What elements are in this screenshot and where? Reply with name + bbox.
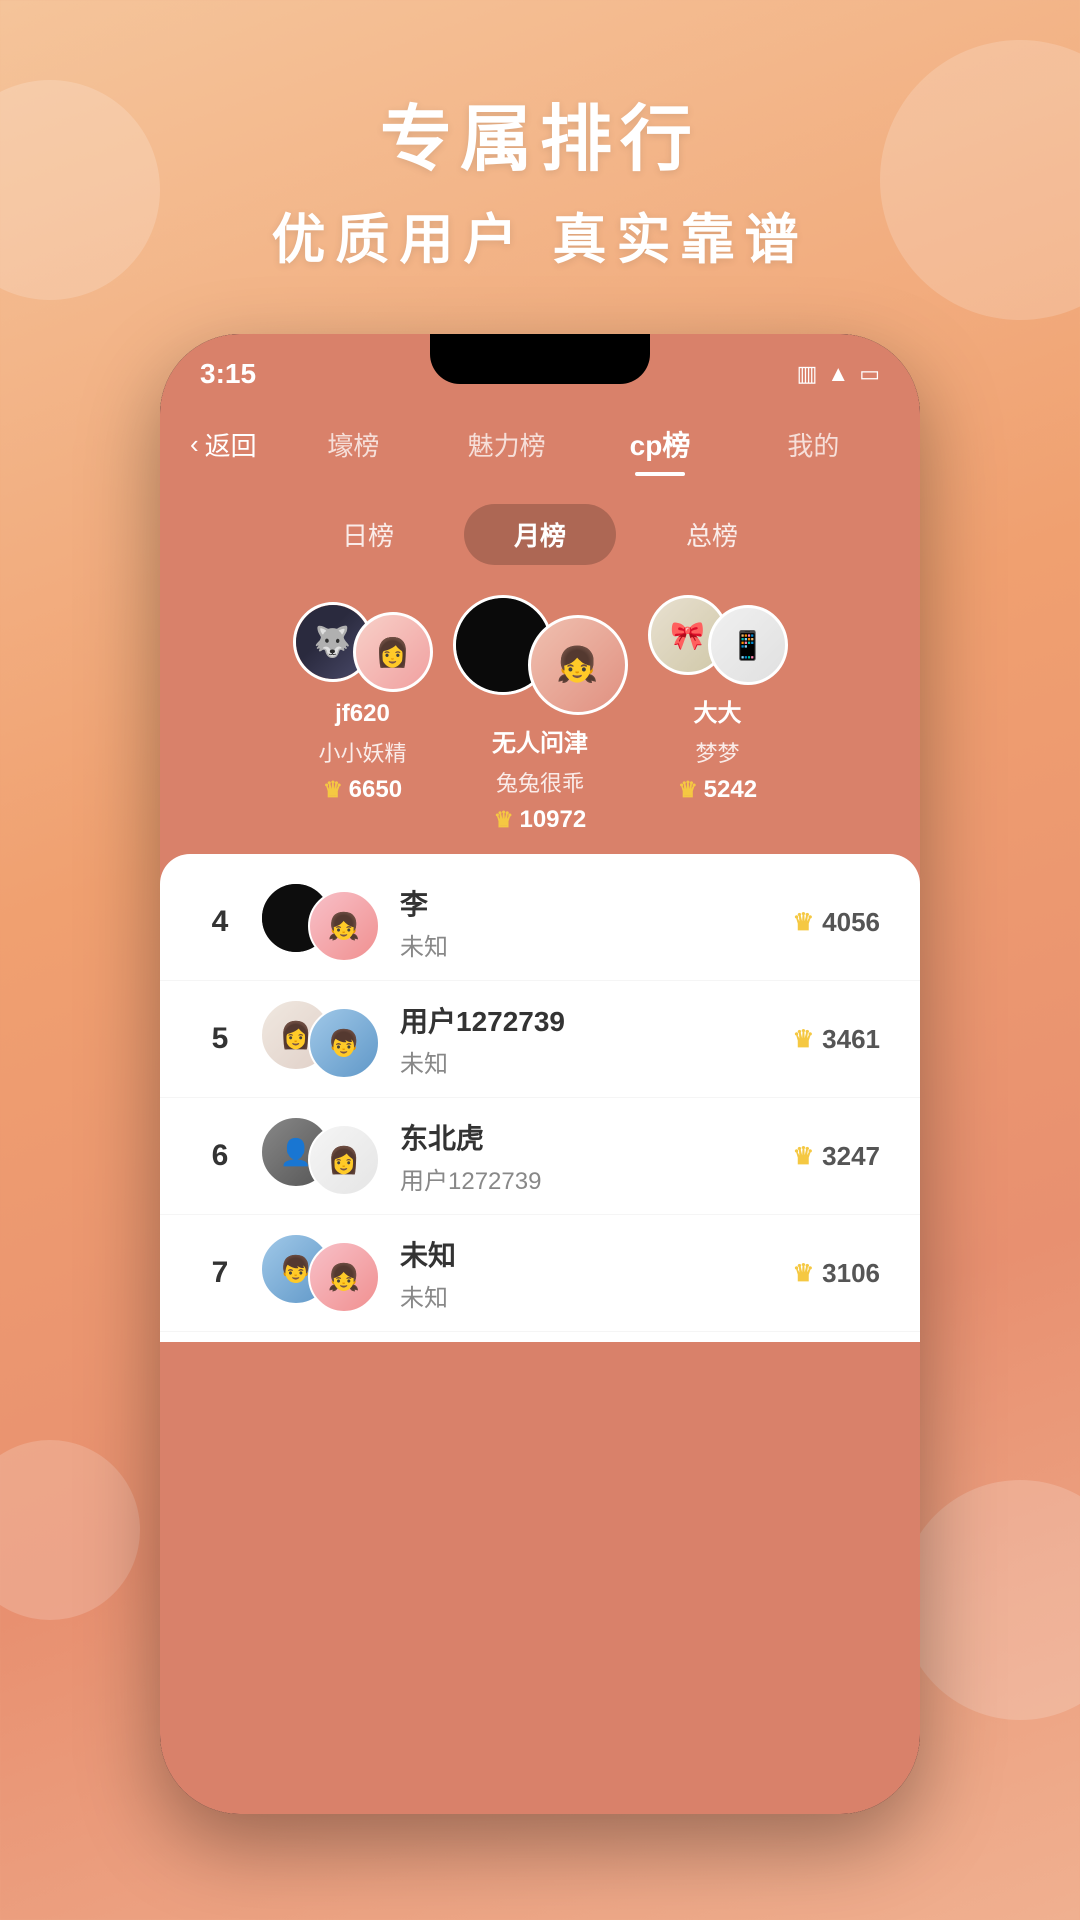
podium-3-score: ♛ 5242 xyxy=(678,776,757,804)
battery-icon: ▭ xyxy=(859,361,880,387)
vibrate-icon: ▥ xyxy=(797,361,818,387)
list-6-name1: 东北虎 xyxy=(400,1117,773,1157)
podium-item-2[interactable]: 🐺 👩 jf620 小小妖精 ♛ 6650 xyxy=(293,602,433,804)
list-4-avatars: 👧 xyxy=(260,882,380,962)
crown-icon-2: ♛ xyxy=(323,777,343,803)
list-item-6[interactable]: 6 👤 👩 东北虎 用户1272739 ♛ 3247 xyxy=(160,1098,920,1215)
list-7-avatars: 👦 👧 xyxy=(260,1233,380,1313)
list-5-avatars: 👩 👦 xyxy=(260,999,380,1079)
podium-1-score: ♛ 10972 xyxy=(494,806,586,834)
podium-1-score-value: 10972 xyxy=(519,806,586,834)
rank-4-num: 4 xyxy=(200,905,240,939)
crown-5: ♛ xyxy=(793,1025,815,1054)
podium-3-avatars: 🎀 📱 xyxy=(648,595,788,685)
status-time: 3:15 xyxy=(200,358,256,390)
bg-decoration-4 xyxy=(900,1480,1080,1720)
wifi-icon: ▲ xyxy=(827,361,849,387)
period-tabs: 日榜 月榜 总榜 xyxy=(160,504,920,565)
list-6-avatars: 👤 👩 xyxy=(260,1116,380,1196)
list-4-names: 李 未知 xyxy=(400,883,773,962)
list-7-score: ♛ 3106 xyxy=(793,1258,880,1289)
podium-1-name1: 无人问津 xyxy=(492,723,588,758)
list-7-names: 未知 未知 xyxy=(400,1234,773,1313)
podium-2-name1: jf620 xyxy=(335,700,390,728)
podium-item-3[interactable]: 🎀 📱 大大 梦梦 ♛ 5242 xyxy=(648,595,788,804)
period-tab-all[interactable]: 总榜 xyxy=(636,504,788,565)
podium-3-score-value: 5242 xyxy=(704,776,757,804)
list-6-score: ♛ 3247 xyxy=(793,1141,880,1172)
list-5-names: 用户1272739 未知 xyxy=(400,1000,773,1079)
tab-cp-bang[interactable]: cp榜 xyxy=(583,414,736,474)
list-6-score-val: 3247 xyxy=(822,1141,880,1172)
bg-decoration-1 xyxy=(0,80,160,300)
tab-meili-bang[interactable]: 魅力榜 xyxy=(430,416,583,473)
crown-7: ♛ xyxy=(793,1259,815,1288)
rank-5-num: 5 xyxy=(200,1022,240,1056)
podium: 🐺 👩 jf620 小小妖精 ♛ 6650 xyxy=(160,585,920,854)
podium-1-avatars: 👧 xyxy=(453,595,628,715)
podium-2-name2: 小小妖精 xyxy=(318,736,406,768)
list-item-4[interactable]: 4 👧 李 未知 ♛ 4056 xyxy=(160,864,920,981)
tab-mine[interactable]: 我的 xyxy=(737,416,890,473)
phone-inner: 3:15 ▥ ▲ ▭ ‹ 返回 壕榜 魅力榜 cp榜 我的 xyxy=(160,334,920,1814)
list-item-5[interactable]: 5 👩 👦 用户1272739 未知 ♛ 3461 xyxy=(160,981,920,1098)
bg-decoration-2 xyxy=(880,40,1080,320)
list-6-name2: 用户1272739 xyxy=(400,1161,773,1196)
rank-6-num: 6 xyxy=(200,1139,240,1173)
nav-back-button[interactable]: ‹ 返回 xyxy=(190,426,257,463)
back-label: 返回 xyxy=(205,426,257,463)
list-6-names: 东北虎 用户1272739 xyxy=(400,1117,773,1196)
list-item-7[interactable]: 7 👦 👧 未知 未知 ♛ 3106 xyxy=(160,1215,920,1332)
back-arrow-icon: ‹ xyxy=(190,429,199,460)
list-5-name2: 未知 xyxy=(400,1044,773,1079)
notch xyxy=(430,334,650,384)
list-5-avatar-right: 👦 xyxy=(308,1007,380,1079)
podium-1-avatar-right: 👧 xyxy=(528,615,628,715)
podium-2-score: ♛ 6650 xyxy=(323,776,402,804)
page-title-area: 专属排行 优质用户 真实靠谱 xyxy=(271,80,808,274)
page-title-sub: 优质用户 真实靠谱 xyxy=(271,195,808,274)
tab-hao-bang[interactable]: 壕榜 xyxy=(277,416,430,473)
list-7-score-val: 3106 xyxy=(822,1258,880,1289)
podium-item-1[interactable]: 👧 无人问津 兔兔很乖 ♛ 10972 xyxy=(453,595,628,834)
list-5-score: ♛ 3461 xyxy=(793,1024,880,1055)
podium-2-score-value: 6650 xyxy=(349,776,402,804)
ranking-list: 4 👧 李 未知 ♛ 4056 xyxy=(160,854,920,1342)
crown-4: ♛ xyxy=(793,908,815,937)
period-tab-daily[interactable]: 日榜 xyxy=(292,504,444,565)
list-4-name2: 未知 xyxy=(400,927,773,962)
period-tab-monthly[interactable]: 月榜 xyxy=(464,504,616,565)
podium-3-name1: 大大 xyxy=(694,693,742,728)
podium-2-avatars: 🐺 👩 xyxy=(293,602,433,692)
list-5-name1: 用户1272739 xyxy=(400,1000,773,1040)
crown-6: ♛ xyxy=(793,1142,815,1171)
crown-icon-1: ♛ xyxy=(494,807,514,833)
podium-1-name2: 兔兔很乖 xyxy=(496,766,584,798)
list-6-avatar-right: 👩 xyxy=(308,1124,380,1196)
page-title-main: 专属排行 xyxy=(271,80,808,185)
list-5-score-val: 3461 xyxy=(822,1024,880,1055)
list-4-score-val: 4056 xyxy=(822,907,880,938)
phone-frame: 3:15 ▥ ▲ ▭ ‹ 返回 壕榜 魅力榜 cp榜 我的 xyxy=(160,334,920,1814)
podium-2-avatar-right: 👩 xyxy=(353,612,433,692)
crown-icon-3: ♛ xyxy=(678,777,698,803)
list-7-name2: 未知 xyxy=(400,1278,773,1313)
rank-7-num: 7 xyxy=(200,1256,240,1290)
list-7-name1: 未知 xyxy=(400,1234,773,1274)
podium-3-name2: 梦梦 xyxy=(695,736,739,768)
status-icons: ▥ ▲ ▭ xyxy=(797,361,880,387)
bg-decoration-3 xyxy=(0,1440,140,1620)
nav-tabs: ‹ 返回 壕榜 魅力榜 cp榜 我的 xyxy=(160,404,920,484)
list-4-avatar-right: 👧 xyxy=(308,890,380,962)
podium-3-avatar-right: 📱 xyxy=(708,605,788,685)
list-4-score: ♛ 4056 xyxy=(793,907,880,938)
list-4-name1: 李 xyxy=(400,883,773,923)
list-7-avatar-right: 👧 xyxy=(308,1241,380,1313)
